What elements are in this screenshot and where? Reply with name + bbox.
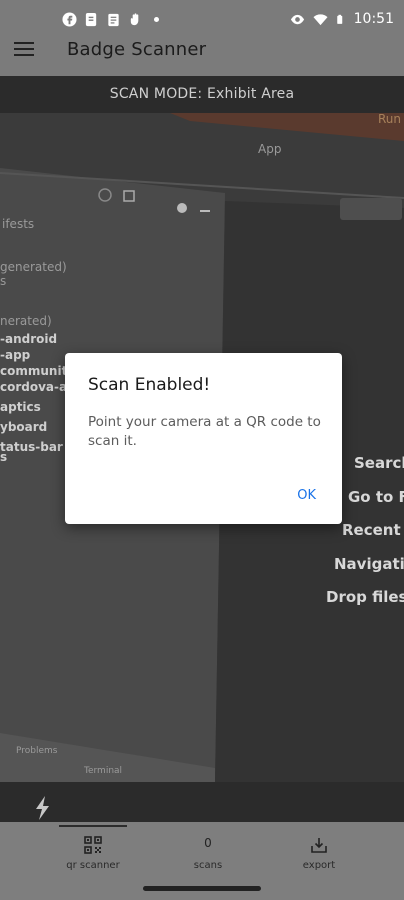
export-icon — [311, 838, 327, 853]
bg-text: Drop files h — [326, 588, 404, 606]
nav-label: export — [302, 860, 336, 871]
bg-text: yboard — [0, 420, 47, 434]
battery-icon — [336, 14, 342, 24]
bg-text: Go to Fi — [348, 488, 404, 506]
app-title: Badge Scanner — [67, 39, 207, 60]
status-system-icons: 10:51 — [290, 11, 394, 27]
dot-icon — [154, 17, 159, 22]
dialog-message: Point your camera at a QR code to scan i… — [88, 414, 321, 449]
bg-text: s — [0, 450, 7, 464]
nav-qr-scanner[interactable]: qr scanner — [38, 822, 148, 878]
ok-button[interactable]: OK — [297, 488, 316, 503]
status-bar: 10:51 — [0, 0, 404, 42]
status-time: 10:51 — [353, 11, 394, 27]
status-notification-icons — [62, 12, 159, 27]
wifi-icon — [313, 13, 328, 25]
bg-text: Problems — [16, 746, 58, 756]
bg-text: aptics — [0, 400, 41, 414]
gesture-area — [0, 878, 404, 900]
camera-controls — [0, 782, 404, 822]
scan-mode-banner: SCAN MODE: Exhibit Area — [0, 76, 404, 113]
active-tab-indicator — [59, 825, 127, 827]
bg-text: ifests — [2, 217, 34, 231]
flash-icon[interactable] — [34, 796, 52, 820]
bg-text: -android — [0, 332, 57, 346]
bg-text: Navigation — [334, 555, 404, 573]
bg-text: Search — [354, 454, 404, 472]
bg-text: App — [258, 142, 281, 156]
scan-count: 0 — [204, 836, 212, 850]
app-bar: Badge Scanner — [0, 39, 404, 76]
qr-code-icon — [84, 836, 102, 854]
bg-text: Run — [378, 113, 401, 126]
nav-label: qr scanner — [66, 860, 120, 871]
hand-icon — [130, 13, 139, 26]
scan-enabled-dialog: Scan Enabled! Point your camera at a QR … — [65, 353, 342, 524]
bg-text: tatus-bar — [0, 440, 63, 454]
bg-text: Terminal — [83, 766, 122, 776]
bottom-navigation: qr scanner 0 scans export — [0, 822, 404, 878]
clipboard-icon — [108, 13, 119, 27]
bg-text: -app — [0, 348, 31, 362]
hamburger-icon[interactable] — [14, 42, 34, 58]
nav-scans[interactable]: 0 scans — [153, 822, 263, 878]
bg-text: generated) — [0, 260, 67, 274]
dialog-title: Scan Enabled! — [88, 375, 211, 395]
document-icon — [85, 12, 97, 27]
bg-text: nerated) — [0, 314, 52, 328]
facebook-icon — [62, 12, 77, 27]
bg-text: Recent F — [342, 521, 404, 539]
home-gesture-bar[interactable] — [143, 886, 261, 891]
nav-label: scans — [193, 860, 223, 871]
bg-text: s — [0, 274, 6, 288]
nav-export[interactable]: export — [264, 822, 374, 878]
eye-icon — [290, 14, 304, 24]
